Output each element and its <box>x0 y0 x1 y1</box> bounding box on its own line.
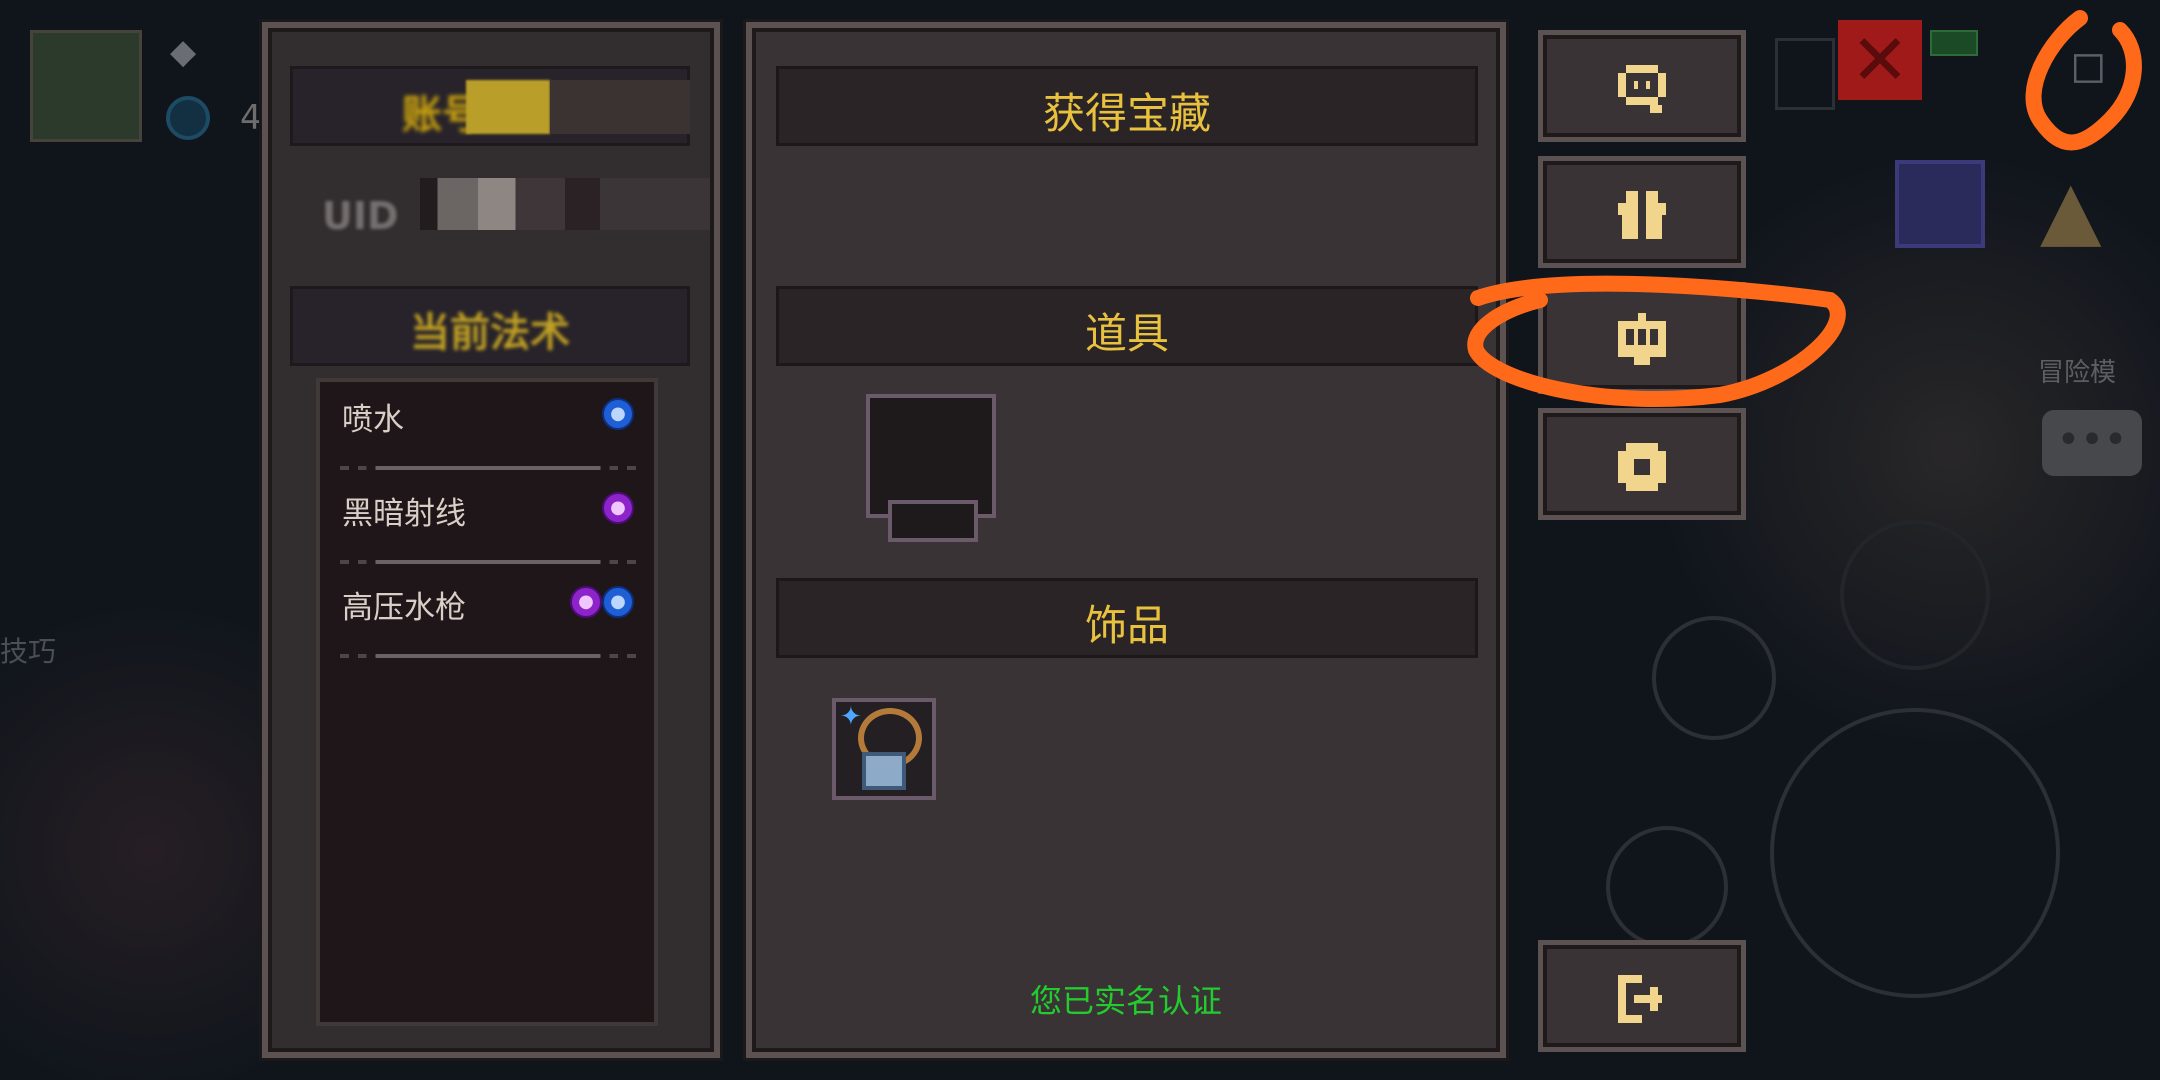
orange-annotation-scribbles <box>1467 10 2142 407</box>
